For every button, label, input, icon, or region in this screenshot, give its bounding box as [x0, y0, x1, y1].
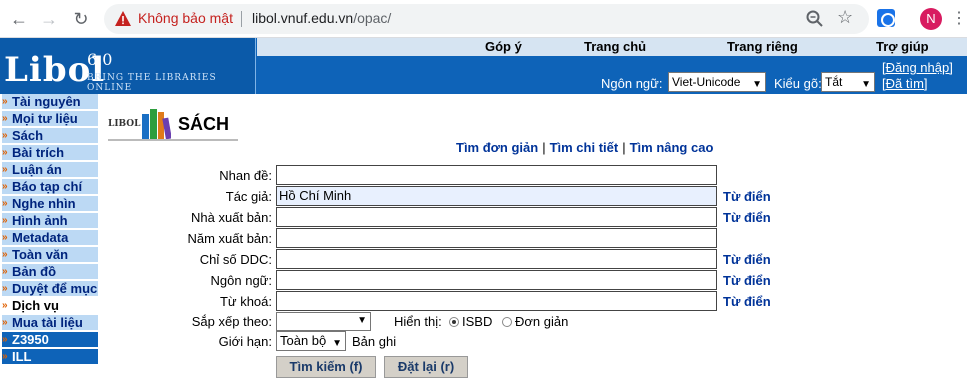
sidebar-item[interactable]: » Tài nguyên [2, 94, 98, 110]
field-label: Năm xuất bản: [187, 231, 272, 246]
books-icon [142, 109, 171, 140]
bullet-icon: » [2, 113, 8, 124]
forward-arrow-icon[interactable]: → [38, 8, 60, 30]
tab-home[interactable]: Trang chủ [584, 38, 646, 56]
bullet-icon: » [2, 96, 8, 107]
sidebar-item-label: ILL [12, 349, 32, 364]
search-mode-links: Tìm đơn giản | Tìm chi tiết | Tìm nâng cao [456, 140, 713, 155]
field-input[interactable] [276, 207, 717, 227]
bullet-icon: » [2, 147, 8, 158]
input-method-value: Tắt [825, 75, 843, 89]
page-header: LIBOL SÁCH [108, 104, 238, 140]
logo-version: 6.0 [87, 50, 113, 69]
chevron-down-icon: ▼ [332, 338, 342, 349]
browser-toolbar: ← → ↻ Không bảo mật libol.vnuf.edu.vn/op… [0, 0, 967, 38]
limit-unit: Bản ghi [352, 334, 397, 349]
sidebar-item[interactable]: » Sách [2, 128, 98, 144]
url-host: libol.vnuf.edu.vn [252, 10, 354, 26]
title-divider [108, 139, 238, 141]
field-label: Từ khoá: [219, 294, 272, 309]
input-method-label: Kiểu gõ: [774, 76, 822, 91]
tab-personal[interactable]: Trang riêng [727, 38, 798, 56]
security-warning[interactable]: Không bảo mật [138, 10, 233, 26]
chevron-down-icon: ▼ [357, 315, 367, 326]
sidebar-item-label: Tài nguyên [12, 94, 81, 109]
chevron-down-icon: ▼ [752, 79, 762, 90]
language-select[interactable]: Viet-Unicode ▼ [668, 72, 766, 92]
found-link[interactable]: [Đã tìm] [882, 76, 928, 91]
field-input[interactable] [276, 228, 717, 248]
extension-icon[interactable] [877, 9, 895, 27]
display-label: Hiển thị: [394, 314, 442, 329]
field-label: Nhan đề: [219, 168, 272, 183]
field-label: Ngôn ngữ: [210, 273, 272, 288]
sidebar-item[interactable]: » Mọi tư liệu [2, 111, 98, 127]
detailed-search-link[interactable]: Tìm chi tiết [550, 140, 619, 155]
sidebar-item[interactable]: » Bài trích [2, 145, 98, 161]
zoom-icon[interactable] [805, 9, 825, 29]
language-label: Ngôn ngữ: [601, 76, 663, 91]
field-input[interactable]: Hồ Chí Minh [276, 186, 717, 206]
reload-icon[interactable]: ↻ [70, 8, 92, 30]
dictionary-link[interactable]: Từ điển [723, 210, 771, 225]
tab-help[interactable]: Trợ giúp [876, 38, 929, 56]
libol-small-logo: LIBOL [108, 119, 141, 129]
reset-button[interactable]: Đặt lại (r) [384, 356, 468, 378]
language-value: Viet-Unicode [672, 75, 741, 89]
simple-search-link[interactable]: Tìm đơn giản [456, 140, 538, 155]
logo-tagline: BRING THE LIBRARIES ONLINE [87, 73, 217, 93]
star-icon[interactable]: ☆ [837, 7, 853, 28]
display-isbd-label: ISBD [462, 314, 493, 329]
sort-select[interactable]: ▼ [276, 312, 371, 331]
address-bar[interactable]: Không bảo mật libol.vnuf.edu.vn/opac/ ☆ [104, 4, 869, 34]
divider: | [622, 140, 626, 155]
login-link[interactable]: [Đăng nhập] [882, 60, 953, 75]
logo[interactable]: Libol 6.0 BRING THE LIBRARIES ONLINE [0, 38, 256, 94]
tab-feedback[interactable]: Góp ý [485, 38, 522, 56]
warning-icon [115, 11, 131, 26]
address-divider [241, 11, 242, 27]
top-nav: Góp ý Trang chủ Trang riêng Trợ giúp [257, 38, 967, 56]
field-input[interactable] [276, 270, 717, 290]
back-arrow-icon[interactable]: ← [8, 8, 30, 30]
page-title: SÁCH [178, 114, 230, 134]
sidebar-item[interactable]: » ILL [2, 349, 98, 365]
kebab-menu-icon[interactable]: ⋮ [951, 8, 967, 28]
dictionary-link[interactable]: Từ điển [723, 273, 771, 288]
dictionary-link[interactable]: Từ điển [723, 252, 771, 267]
dictionary-link[interactable]: Từ điển [723, 294, 771, 309]
field-label: Chỉ số DDC: [199, 252, 272, 267]
sidebar-item-label: Sách [12, 128, 44, 143]
display-simple-label: Đơn giản [515, 314, 569, 329]
sidebar-item-label: Mọi tư liệu [12, 111, 78, 126]
bullet-icon: » [2, 130, 8, 141]
divider: | [542, 140, 546, 155]
url-text[interactable]: libol.vnuf.edu.vn/opac/ [252, 10, 391, 26]
input-method-select[interactable]: Tắt ▼ [821, 72, 875, 92]
display-isbd-radio[interactable] [449, 317, 459, 327]
site-header: Libol 6.0 BRING THE LIBRARIES ONLINE Góp… [0, 38, 967, 94]
sidebar-item-label: Bài trích [12, 145, 65, 160]
avatar[interactable]: N [920, 8, 942, 30]
dictionary-link[interactable]: Từ điển [723, 189, 771, 204]
bullet-icon: » [2, 351, 8, 362]
field-label: Nhà xuất bản: [191, 210, 272, 225]
field-input[interactable] [276, 165, 717, 185]
limit-value: Toàn bộ [280, 333, 327, 348]
field-label: Tác giả: [225, 189, 272, 204]
limit-select[interactable]: Toàn bộ ▼ [276, 331, 346, 351]
field-input[interactable] [276, 291, 717, 311]
sort-label: Sắp xếp theo: [191, 314, 272, 329]
advanced-search-link[interactable]: Tìm nâng cao [630, 140, 714, 155]
search-button[interactable]: Tìm kiếm (f) [276, 356, 376, 378]
limit-label: Giới hạn: [218, 334, 272, 349]
field-input[interactable] [276, 249, 717, 269]
url-path: /opac/ [353, 10, 392, 26]
display-simple-radio[interactable] [502, 317, 512, 327]
chevron-down-icon: ▼ [861, 79, 871, 90]
